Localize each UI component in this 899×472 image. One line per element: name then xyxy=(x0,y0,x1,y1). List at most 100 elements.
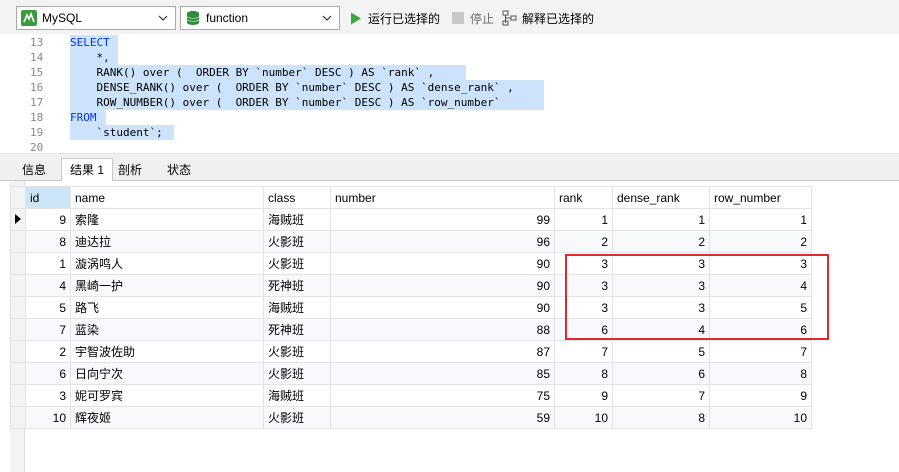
cell-id[interactable]: 1 xyxy=(25,252,71,275)
cell-row-number[interactable]: 7 xyxy=(709,340,812,363)
column-header-row-number[interactable]: row_number xyxy=(709,186,812,209)
tab-result-1[interactable]: 结果 1 xyxy=(61,158,114,181)
cell-name[interactable]: 日向宁次 xyxy=(70,362,264,385)
cell-number[interactable]: 90 xyxy=(330,252,555,275)
cell-name[interactable]: 路飞 xyxy=(70,296,264,319)
cell-class[interactable]: 海贼班 xyxy=(263,384,331,407)
cell-rank[interactable]: 3 xyxy=(554,274,613,297)
cell-class[interactable]: 海贼班 xyxy=(263,296,331,319)
table-row[interactable]: 10 辉夜姬 火影班 59 10 8 10 xyxy=(10,406,812,429)
cell-id[interactable]: 9 xyxy=(25,208,71,231)
cell-dense-rank[interactable]: 7 xyxy=(612,384,710,407)
cell-dense-rank[interactable]: 2 xyxy=(612,230,710,253)
tab-profile[interactable]: 剖析 xyxy=(109,158,151,181)
tab-status[interactable]: 状态 xyxy=(158,158,200,181)
cell-rank[interactable]: 10 xyxy=(554,406,613,429)
cell-rank[interactable]: 3 xyxy=(554,252,613,275)
cell-row-number[interactable]: 6 xyxy=(709,318,812,341)
cell-rank[interactable]: 2 xyxy=(554,230,613,253)
cell-class[interactable]: 火影班 xyxy=(263,406,331,429)
cell-row-number[interactable]: 1 xyxy=(709,208,812,231)
chevron-down-icon[interactable] xyxy=(155,10,171,26)
cell-dense-rank[interactable]: 3 xyxy=(612,296,710,319)
cell-number[interactable]: 59 xyxy=(330,406,555,429)
cell-class[interactable]: 火影班 xyxy=(263,230,331,253)
cell-dense-rank[interactable]: 4 xyxy=(612,318,710,341)
database-select[interactable]: function xyxy=(180,6,340,30)
table-row[interactable]: 8 迪达拉 火影班 96 2 2 2 xyxy=(10,230,812,253)
cell-name[interactable]: 宇智波佐助 xyxy=(70,340,264,363)
cell-rank[interactable]: 9 xyxy=(554,384,613,407)
cell-name[interactable]: 索隆 xyxy=(70,208,264,231)
table-row[interactable]: 7 蓝染 死神班 88 6 4 6 xyxy=(10,318,812,341)
cell-number[interactable]: 88 xyxy=(330,318,555,341)
table-row[interactable]: 1 漩涡鸣人 火影班 90 3 3 3 xyxy=(10,252,812,275)
cell-rank[interactable]: 3 xyxy=(554,296,613,319)
cell-rank[interactable]: 1 xyxy=(554,208,613,231)
cell-rank[interactable]: 8 xyxy=(554,362,613,385)
cell-rank[interactable]: 6 xyxy=(554,318,613,341)
cell-dense-rank[interactable]: 6 xyxy=(612,362,710,385)
cell-row-number[interactable]: 10 xyxy=(709,406,812,429)
explain-selected-button[interactable]: 解释已选择的 xyxy=(502,8,594,28)
connection-select[interactable]: MySQL xyxy=(16,6,176,30)
cell-id[interactable]: 6 xyxy=(25,362,71,385)
column-header-name[interactable]: name xyxy=(70,186,264,209)
cell-id[interactable]: 8 xyxy=(25,230,71,253)
table-row[interactable]: 2 宇智波佐助 火影班 87 7 5 7 xyxy=(10,340,812,363)
column-header-class[interactable]: class xyxy=(263,186,331,209)
cell-name[interactable]: 妮可罗宾 xyxy=(70,384,264,407)
cell-class[interactable]: 火影班 xyxy=(263,252,331,275)
chevron-down-icon[interactable] xyxy=(319,10,335,26)
table-row[interactable]: 6 日向宁次 火影班 85 8 6 8 xyxy=(10,362,812,385)
column-header-id[interactable]: id xyxy=(25,186,71,209)
cell-name[interactable]: 辉夜姬 xyxy=(70,406,264,429)
result-grid[interactable]: id name class number rank dense_rank row… xyxy=(10,186,812,429)
stop-button[interactable]: 停止 xyxy=(450,8,494,28)
table-row[interactable]: 5 路飞 海贼班 90 3 3 5 xyxy=(10,296,812,319)
cell-row-number[interactable]: 2 xyxy=(709,230,812,253)
column-header-number[interactable]: number xyxy=(330,186,555,209)
cell-id[interactable]: 4 xyxy=(25,274,71,297)
cell-number[interactable]: 87 xyxy=(330,340,555,363)
cell-name[interactable]: 漩涡鸣人 xyxy=(70,252,264,275)
cell-id[interactable]: 5 xyxy=(25,296,71,319)
cell-class[interactable]: 死神班 xyxy=(263,274,331,297)
cell-id[interactable]: 7 xyxy=(25,318,71,341)
column-header-rank[interactable]: rank xyxy=(554,186,613,209)
cell-number[interactable]: 75 xyxy=(330,384,555,407)
cell-name[interactable]: 蓝染 xyxy=(70,318,264,341)
cell-row-number[interactable]: 9 xyxy=(709,384,812,407)
column-header-dense-rank[interactable]: dense_rank xyxy=(612,186,710,209)
cell-rank[interactable]: 7 xyxy=(554,340,613,363)
table-row[interactable]: 3 妮可罗宾 海贼班 75 9 7 9 xyxy=(10,384,812,407)
table-row[interactable]: 9 索隆 海贼班 99 1 1 1 xyxy=(10,208,812,231)
cell-row-number[interactable]: 5 xyxy=(709,296,812,319)
cell-dense-rank[interactable]: 5 xyxy=(612,340,710,363)
cell-number[interactable]: 85 xyxy=(330,362,555,385)
sql-editor[interactable]: 13 SELECT 14 *, 15 RANK() over ( ORDER B… xyxy=(0,34,899,156)
cell-id[interactable]: 3 xyxy=(25,384,71,407)
cell-row-number[interactable]: 3 xyxy=(709,252,812,275)
cell-class[interactable]: 火影班 xyxy=(263,362,331,385)
cell-dense-rank[interactable]: 1 xyxy=(612,208,710,231)
cell-number[interactable]: 90 xyxy=(330,296,555,319)
cell-dense-rank[interactable]: 8 xyxy=(612,406,710,429)
cell-row-number[interactable]: 8 xyxy=(709,362,812,385)
cell-number[interactable]: 96 xyxy=(330,230,555,253)
table-row[interactable]: 4 黑崎一护 死神班 90 3 3 4 xyxy=(10,274,812,297)
cell-class[interactable]: 火影班 xyxy=(263,340,331,363)
tab-info[interactable]: 信息 xyxy=(13,158,55,181)
cell-dense-rank[interactable]: 3 xyxy=(612,274,710,297)
cell-row-number[interactable]: 4 xyxy=(709,274,812,297)
cell-name[interactable]: 迪达拉 xyxy=(70,230,264,253)
cell-number[interactable]: 90 xyxy=(330,274,555,297)
cell-id[interactable]: 2 xyxy=(25,340,71,363)
cell-id[interactable]: 10 xyxy=(25,406,71,429)
cell-class[interactable]: 海贼班 xyxy=(263,208,331,231)
cell-class[interactable]: 死神班 xyxy=(263,318,331,341)
run-selected-button[interactable]: 运行已选择的 xyxy=(348,8,440,28)
cell-name[interactable]: 黑崎一护 xyxy=(70,274,264,297)
cell-dense-rank[interactable]: 3 xyxy=(612,252,710,275)
cell-number[interactable]: 99 xyxy=(330,208,555,231)
